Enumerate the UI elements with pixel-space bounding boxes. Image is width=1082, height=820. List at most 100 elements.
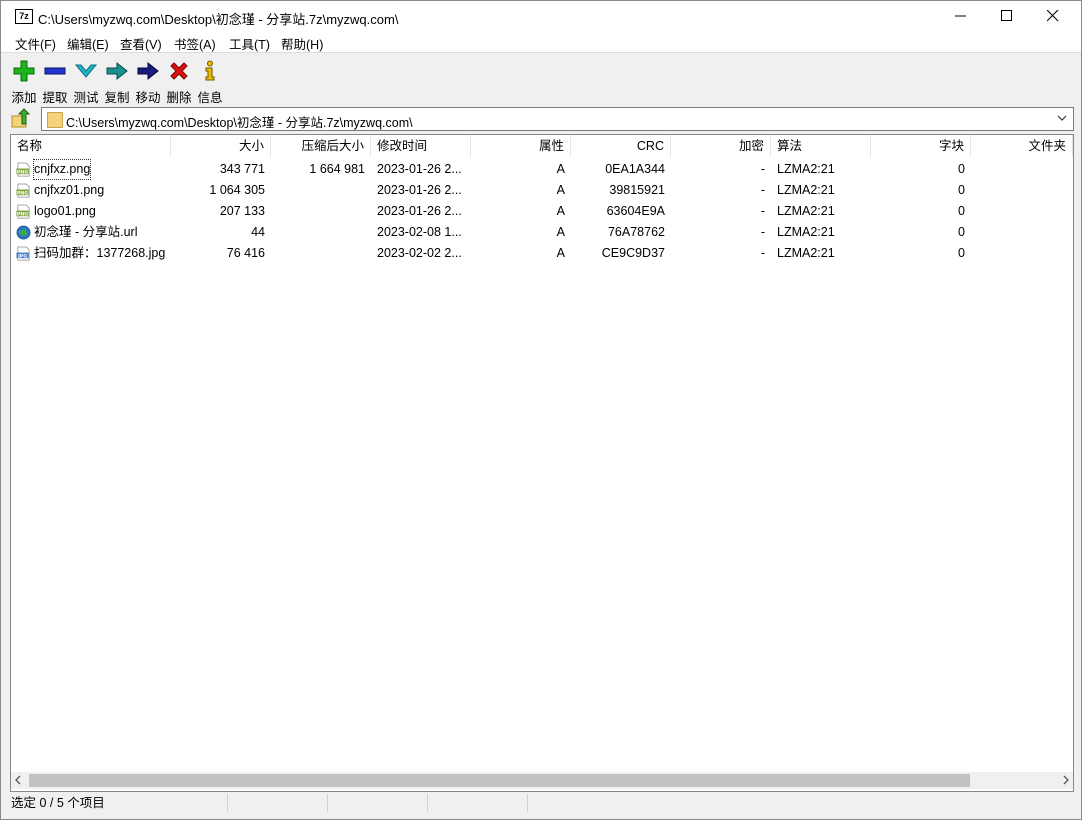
file-name: cnjfxz01.png (34, 183, 105, 197)
chevron-down-icon[interactable] (1057, 113, 1067, 123)
file-name: 扫码加群：1377268.jpg (34, 246, 166, 260)
status-cell-3 (329, 794, 428, 812)
svg-text:PNG: PNG (17, 190, 28, 196)
cell-method: LZMA2:21 (777, 246, 835, 260)
title-bar: 7z C:\Users\myzwq.com\Desktop\初念瑾 - 分享站.… (1, 1, 1081, 31)
cell-modified: 2023-02-02 2... (377, 246, 462, 260)
file-row[interactable]: PNG cnjfxz01.png 1 064 305 2023-01-26 2... A… (11, 180, 1073, 201)
file-list[interactable]: 名称 大小 压缩后大小 修改时间 属性 CRC 加密 算法 字块 文件夹 PNG… (10, 134, 1074, 792)
cell-crc: 0EA1A344 (605, 162, 665, 176)
maximize-icon (1001, 10, 1012, 21)
cell-packed-size (271, 201, 371, 222)
status-cell-4 (429, 794, 528, 812)
folder-icon (47, 112, 63, 128)
cell-name: 初念瑾 - 分享站.url (11, 222, 171, 243)
window-title: C:\Users\myzwq.com\Desktop\初念瑾 - 分享站.7z\… (38, 12, 399, 27)
column-header-packed-size[interactable]: 压缩后大小 (271, 135, 371, 157)
cell-attributes: A (556, 225, 565, 239)
info-button[interactable]: 信息 (195, 57, 225, 105)
column-header-encrypted[interactable]: 加密 (671, 135, 771, 157)
cell-packed-size (271, 243, 371, 264)
png-file-icon: PNG (16, 204, 30, 219)
file-name: logo01.png (34, 204, 96, 218)
cell-attributes: A (556, 246, 565, 260)
column-header-modified[interactable]: 修改时间 (371, 135, 471, 157)
toolbar: 添加 提取 测试 复制 移动 删除 信息 (1, 52, 1081, 105)
minimize-button[interactable] (938, 1, 984, 31)
cell-crc: 39815921 (609, 183, 665, 197)
status-cell-2 (229, 794, 328, 812)
cell-name: PNG cnjfxz.png (11, 159, 171, 180)
close-button[interactable] (1030, 1, 1076, 31)
cell-encrypted: - (760, 183, 765, 197)
cell-attributes: A (556, 204, 565, 218)
cell-size: 44 (251, 225, 265, 239)
column-header-block[interactable]: 字块 (871, 135, 971, 157)
cell-name: PNG logo01.png (11, 201, 171, 222)
cell-crc: CE9C9D37 (601, 246, 665, 260)
address-bar: C:\Users\myzwq.com\Desktop\初念瑾 - 分享站.7z\… (1, 105, 1081, 133)
cell-block: 0 (958, 246, 965, 260)
cell-method: LZMA2:21 (777, 204, 835, 218)
cell-modified: 2023-02-08 1... (377, 225, 462, 239)
cell-encrypted: - (760, 246, 765, 260)
column-header-folders[interactable]: 文件夹 (971, 135, 1073, 157)
column-header-name[interactable]: 名称 (11, 135, 171, 157)
scroll-right-icon[interactable] (1061, 775, 1071, 785)
jpg-file-icon: JPG (16, 246, 30, 261)
cell-block: 0 (958, 183, 965, 197)
cell-name: PNG cnjfxz01.png (11, 180, 171, 201)
cell-block: 0 (958, 225, 965, 239)
file-row[interactable]: PNG logo01.png 207 133 2023-01-26 2... A 6360… (11, 201, 1073, 222)
cell-method: LZMA2:21 (777, 183, 835, 197)
png-file-icon: PNG (16, 183, 30, 198)
close-icon (1047, 10, 1059, 22)
menu-edit[interactable]: 编辑(E) (67, 34, 109, 53)
svg-text:PNG: PNG (17, 169, 28, 175)
column-header-method[interactable]: 算法 (771, 135, 871, 157)
menu-bookmarks[interactable]: 书签(A) (174, 34, 216, 53)
file-row[interactable]: PNG cnjfxz.png 343 771 1 664 981 2023-01-26 … (11, 159, 1073, 180)
cell-size: 343 771 (219, 162, 265, 176)
menu-tools[interactable]: 工具(T) (229, 34, 270, 53)
cell-modified: 2023-01-26 2... (377, 183, 462, 197)
url-globe-icon (16, 225, 31, 240)
column-header-crc[interactable]: CRC (571, 135, 671, 157)
cell-block: 0 (958, 162, 965, 176)
file-row[interactable]: JPG 扫码加群：1377268.jpg 76 416 2023-02-02 2...… (11, 243, 1073, 264)
cell-method: LZMA2:21 (777, 225, 835, 239)
up-folder-button[interactable] (9, 108, 33, 130)
cell-size: 1 064 305 (209, 183, 265, 197)
menu-bar: 文件(F) 编辑(E) 查看(V) 书签(A) 工具(T) 帮助(H) (1, 31, 1081, 52)
file-name: cnjfxz.png (33, 159, 92, 180)
delete-icon (170, 62, 188, 80)
file-name: 初念瑾 - 分享站.url (34, 225, 138, 239)
cell-encrypted: - (760, 225, 765, 239)
scroll-left-icon[interactable] (13, 775, 23, 785)
7zip-window: 7z C:\Users\myzwq.com\Desktop\初念瑾 - 分享站.… (0, 0, 1082, 820)
cell-packed-size (271, 180, 371, 201)
address-path: C:\Users\myzwq.com\Desktop\初念瑾 - 分享站.7z\… (66, 116, 413, 130)
address-input[interactable]: C:\Users\myzwq.com\Desktop\初念瑾 - 分享站.7z\… (41, 107, 1074, 131)
svg-text:PNG: PNG (17, 211, 28, 217)
file-row[interactable]: 初念瑾 - 分享站.url 44 2023-02-08 1... A 76A78762 -… (11, 222, 1073, 243)
cell-encrypted: - (760, 204, 765, 218)
up-arrow-folder-icon (11, 108, 31, 128)
column-header-attributes[interactable]: 属性 (471, 135, 571, 157)
cell-method: LZMA2:21 (777, 162, 835, 176)
menu-view[interactable]: 查看(V) (120, 34, 162, 53)
menu-help[interactable]: 帮助(H) (281, 34, 323, 53)
menu-file[interactable]: 文件(F) (15, 34, 56, 53)
status-bar: 选定 0 / 5 个项目 (1, 792, 1081, 819)
horizontal-scrollbar[interactable] (11, 772, 1073, 789)
minimize-icon (955, 15, 966, 17)
extract-icon (44, 67, 66, 75)
cell-modified: 2023-01-26 2... (377, 204, 462, 218)
cell-packed-size: 1 664 981 (309, 162, 365, 176)
maximize-button[interactable] (984, 1, 1030, 31)
svg-text:JPG: JPG (17, 253, 27, 259)
cell-attributes: A (556, 162, 565, 176)
column-header-size[interactable]: 大小 (171, 135, 271, 157)
test-icon (74, 64, 98, 78)
scrollbar-thumb[interactable] (29, 774, 970, 787)
